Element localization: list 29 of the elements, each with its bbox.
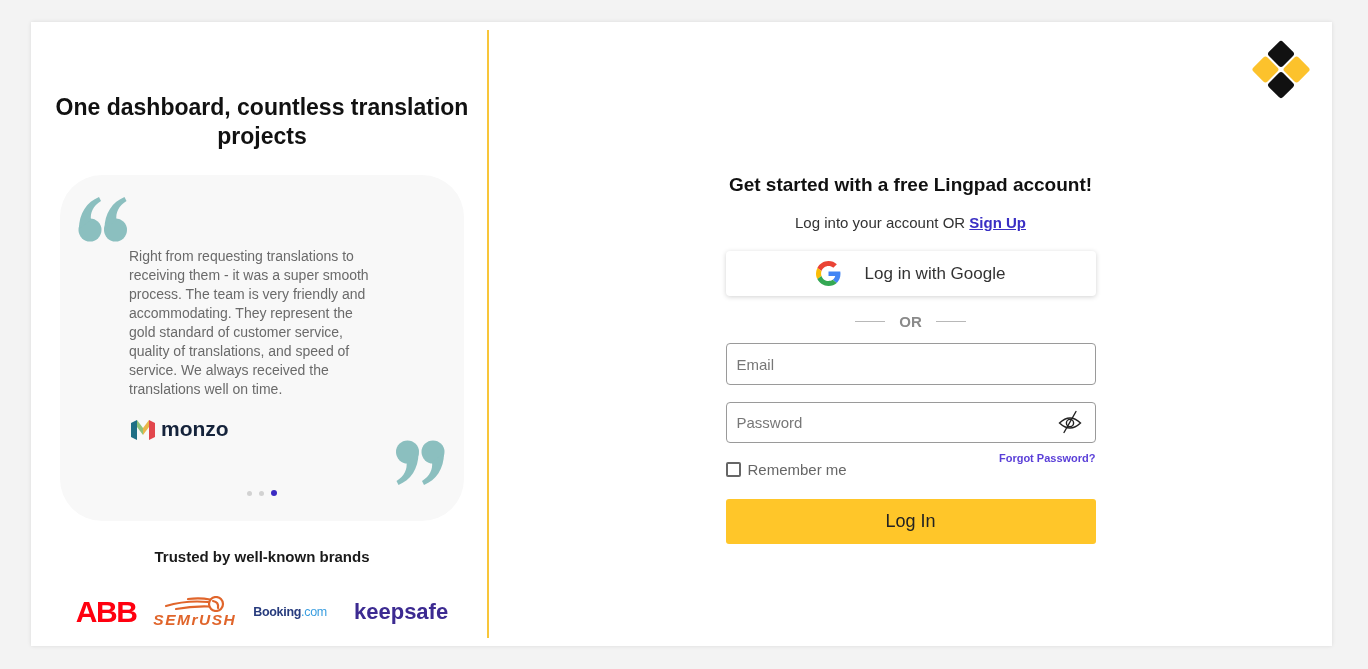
- brands-heading: Trusted by well-known brands: [154, 548, 370, 566]
- brand-wordmark: ABB: [75, 597, 137, 627]
- carousel-dot[interactable]: [258, 490, 264, 496]
- password-field[interactable]: Password: [725, 402, 1096, 443]
- quote-close-icon: [395, 440, 445, 486]
- company-wordmark: monzo: [161, 418, 229, 440]
- panel-title: One dashboard, countless translation projects: [54, 93, 470, 151]
- quote-open-icon: [78, 196, 128, 242]
- login-button[interactable]: Log In: [725, 499, 1096, 544]
- g-logo-icon: [815, 261, 841, 286]
- eye-slash-icon[interactable]: [1057, 410, 1082, 434]
- carousel-dot[interactable]: [246, 490, 252, 496]
- email-field[interactable]: Email: [725, 343, 1096, 385]
- diamond-logo-icon: [1250, 38, 1312, 101]
- testimonial-text: Right from requesting translations to receiving them - it was a super smooth process. The team is very friendly and accommodating. They represent the gold standard of customer service, quality of translations, and speed of service. We always received the translations well on time.: [129, 247, 370, 399]
- google-login-button[interactable]: Log in with Google: [725, 251, 1096, 296]
- checkbox[interactable]: [725, 462, 741, 477]
- fireball-icon: [163, 596, 226, 612]
- carousel-dot[interactable]: [270, 490, 277, 496]
- brand-wordmark: SEMrUSH: [153, 612, 237, 628]
- login-prompt: Log into your account OR Sign Up: [794, 213, 1027, 233]
- sign-up-link[interactable]: Sign Up: [969, 214, 1026, 231]
- remember-me-label[interactable]: Remember me: [747, 461, 847, 478]
- brand-wordmark: Booking.com: [253, 605, 327, 619]
- m-logo-icon: [131, 418, 155, 440]
- brand-wordmark: keepsafe: [354, 599, 449, 625]
- or-divider-text: OR: [899, 312, 922, 330]
- forgot-password-link[interactable]: Forgot Password?: [998, 451, 1096, 465]
- form-heading: Get started with a free Lingpad account!: [727, 173, 1094, 197]
